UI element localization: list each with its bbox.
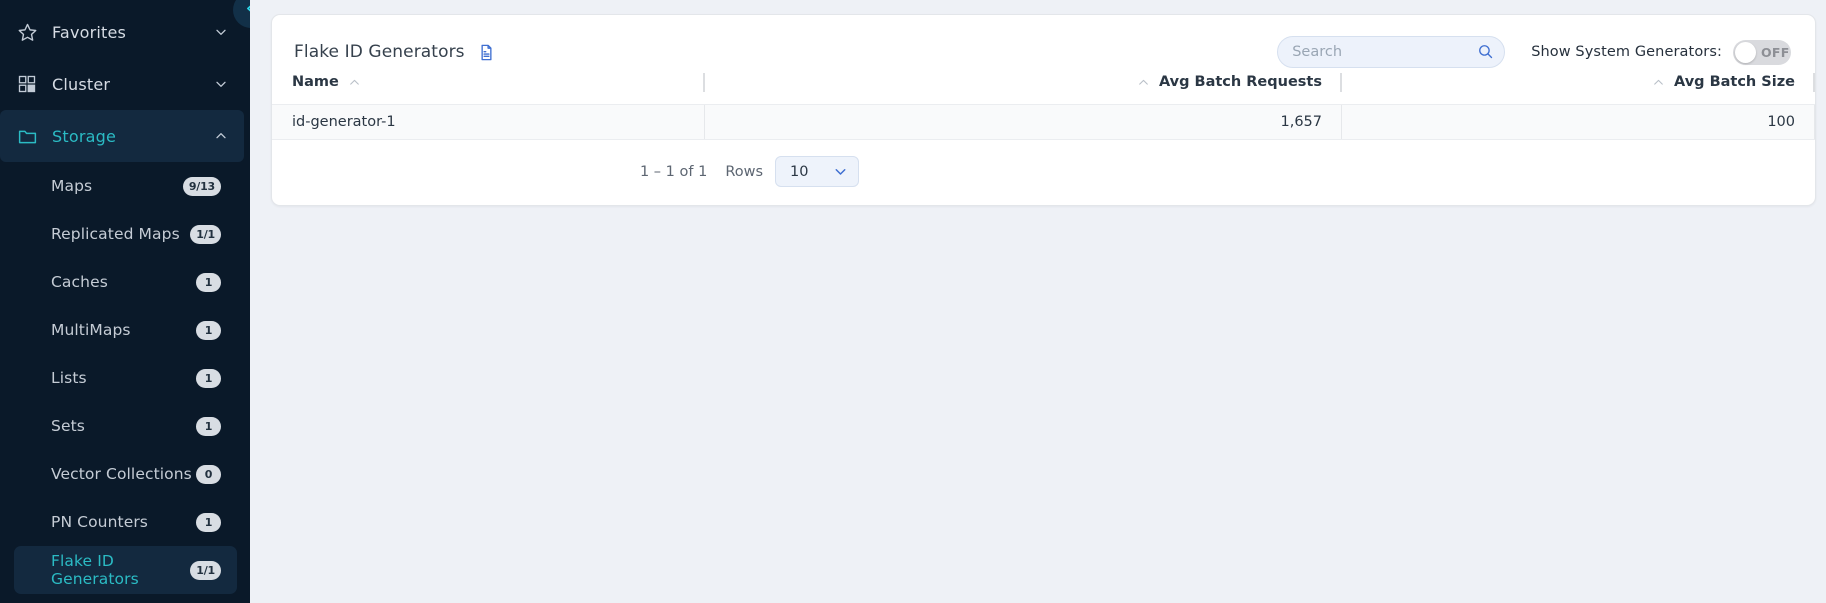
- table-header-row: Name Avg Batch Requests Avg Batch Size: [272, 71, 1815, 105]
- sidebar-item-badge: 1: [196, 272, 221, 292]
- cell-name: id-generator-1: [272, 104, 705, 140]
- generators-table: Name Avg Batch Requests Avg Batch Size i…: [272, 71, 1815, 140]
- chevron-down-icon: [832, 163, 849, 180]
- sidebar-item-pn-counters[interactable]: PN Counters 1: [14, 498, 237, 546]
- sidebar-item-label: Maps: [51, 177, 93, 195]
- sidebar-item-badge: 1: [196, 512, 221, 532]
- toggle-knob: [1735, 41, 1756, 63]
- sidebar-item-badge: 1: [196, 368, 221, 388]
- sidebar-item-caches[interactable]: Caches 1: [14, 258, 237, 306]
- sidebar-item-badge: 1: [196, 320, 221, 340]
- sidebar-item-label: Sets: [51, 417, 85, 435]
- column-header-avg-batch-requests[interactable]: Avg Batch Requests: [705, 71, 1342, 105]
- grid-icon: [10, 74, 44, 94]
- pagination: 1 – 1 of 1 Rows 10: [272, 140, 1815, 187]
- sidebar-item-label: Flake ID Generators: [51, 552, 139, 588]
- sidebar-item-badge: 0: [196, 464, 221, 484]
- column-header-label: Name: [292, 74, 339, 90]
- page-title: Flake ID Generators: [294, 42, 465, 62]
- sidebar-item-badge: 1/1: [190, 224, 221, 244]
- sidebar-item-flake-id-generators[interactable]: Flake ID Generators 1/1: [14, 546, 237, 594]
- column-resize-handle[interactable]: [1813, 73, 1815, 92]
- sidebar-item-lists[interactable]: Lists 1: [14, 354, 237, 402]
- system-generators-label: Show System Generators:: [1531, 44, 1722, 60]
- sidebar-group-cluster[interactable]: Cluster: [0, 58, 244, 110]
- chevron-up-icon: [348, 76, 361, 89]
- generators-card: Flake ID Generators Search Show System G…: [271, 14, 1816, 206]
- sidebar-item-label: Caches: [51, 273, 108, 291]
- search-box: [1277, 36, 1506, 68]
- table-row[interactable]: id-generator-1 1,657 100: [272, 104, 1815, 140]
- sidebar-group-favorites[interactable]: Favorites: [0, 6, 244, 58]
- sidebar-item-multimaps[interactable]: MultiMaps 1: [14, 306, 237, 354]
- cell-avg-batch-requests: 1,657: [705, 104, 1342, 140]
- chevron-up-icon: [1137, 76, 1150, 89]
- show-system-generators-toggle[interactable]: OFF: [1733, 39, 1791, 65]
- column-header-avg-batch-size[interactable]: Avg Batch Size: [1342, 71, 1815, 105]
- sidebar-item-label: MultiMaps: [51, 321, 131, 339]
- chevron-down-icon[interactable]: [212, 23, 230, 41]
- rows-per-page-value: 10: [790, 163, 809, 180]
- cell-avg-batch-size: 100: [1342, 104, 1815, 140]
- sidebar-item-replicated-maps[interactable]: Replicated Maps 1/1: [14, 210, 237, 258]
- app-root: Favorites Cluster Storage Maps 9/13 Repl…: [0, 0, 1826, 603]
- sidebar-item-badge: 9/13: [182, 176, 221, 196]
- toggle-state-label: OFF: [1761, 44, 1790, 60]
- chevron-up-icon: [1652, 76, 1665, 89]
- column-header-label: Avg Batch Requests: [1158, 74, 1322, 90]
- chevron-down-icon[interactable]: [212, 75, 230, 93]
- chevron-up-icon[interactable]: [212, 127, 230, 145]
- pagination-range: 1 – 1 of 1: [639, 163, 708, 180]
- pagination-rows-label: Rows: [725, 163, 764, 180]
- main-content: Flake ID Generators Search Show System G…: [250, 0, 1826, 603]
- table-header: Name Avg Batch Requests Avg Batch Size: [272, 71, 1815, 105]
- sidebar-group-label: Storage: [52, 126, 117, 146]
- double-chevron-left-icon: [242, 0, 250, 22]
- sidebar-item-badge: 1/1: [190, 560, 221, 580]
- folder-icon: [10, 126, 44, 147]
- star-icon: [10, 22, 44, 43]
- sidebar-item-label: Vector Collections: [51, 465, 192, 483]
- sidebar-group-label: Favorites: [52, 22, 127, 42]
- document-icon[interactable]: [477, 43, 496, 62]
- sidebar-item-vector-collections[interactable]: Vector Collections 0: [14, 450, 237, 498]
- search-input[interactable]: [1277, 36, 1506, 68]
- sidebar-group-label: Cluster: [52, 74, 111, 94]
- sidebar: Favorites Cluster Storage Maps 9/13 Repl…: [0, 0, 250, 603]
- card-header: Flake ID Generators Search Show System G…: [272, 15, 1815, 71]
- sidebar-item-label: Lists: [51, 369, 87, 387]
- sidebar-item-label: PN Counters: [51, 513, 148, 531]
- column-header-label: Avg Batch Size: [1673, 74, 1795, 90]
- sidebar-item-sets[interactable]: Sets 1: [14, 402, 237, 450]
- rows-per-page-select[interactable]: 10: [775, 156, 860, 187]
- sidebar-group-storage[interactable]: Storage: [0, 110, 244, 162]
- sidebar-item-maps[interactable]: Maps 9/13: [14, 162, 237, 210]
- sidebar-item-badge: 1: [196, 416, 221, 436]
- column-header-name[interactable]: Name: [272, 71, 705, 105]
- sidebar-item-label: Replicated Maps: [51, 225, 180, 243]
- table-body: id-generator-1 1,657 100: [272, 104, 1815, 140]
- header-actions: Show System Generators: OFF: [1277, 36, 1791, 68]
